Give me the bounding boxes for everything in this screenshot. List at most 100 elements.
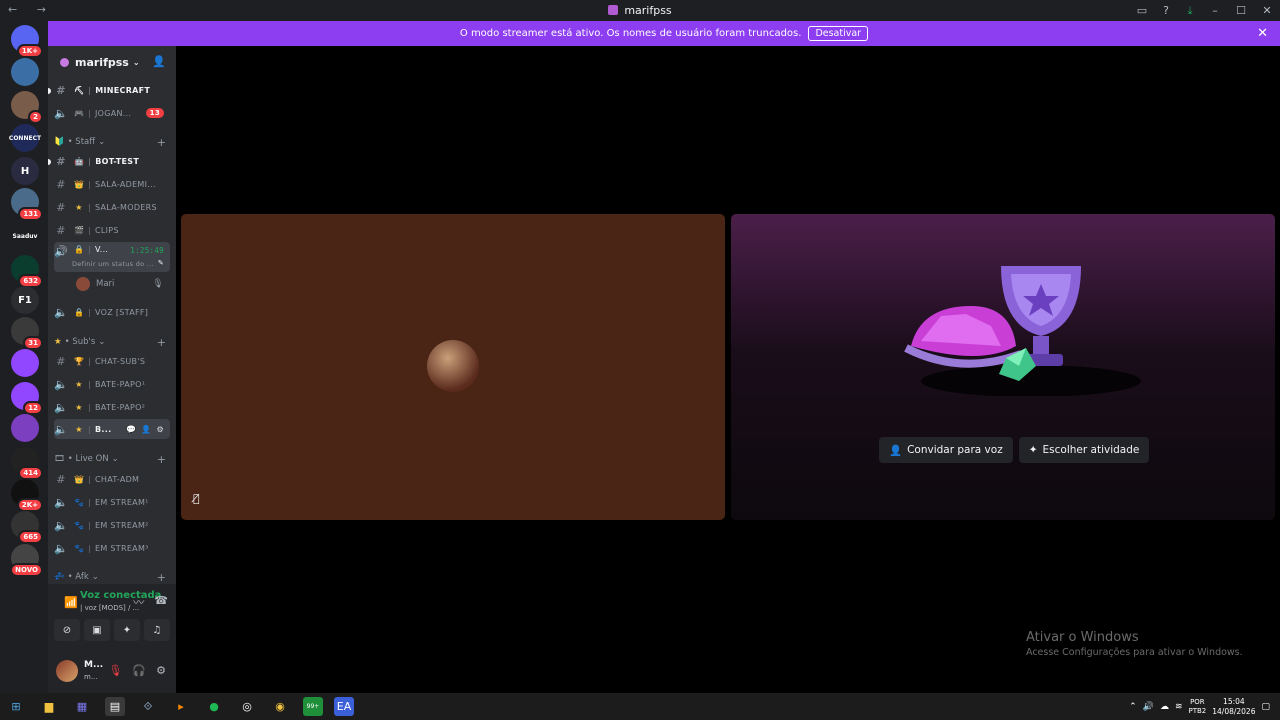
activity-tile: 👤 Convidar para voz ✦ Escolher atividade: [731, 214, 1275, 520]
participant-tile[interactable]: 🎙̸: [181, 214, 725, 520]
obs-icon[interactable]: ◎: [237, 697, 257, 716]
app-grid-icon[interactable]: ▦: [72, 697, 92, 716]
channel-em-stream-3[interactable]: 🔈 🐾 | EM STREAM³: [54, 538, 170, 558]
chevron-down-icon: ⌄: [98, 137, 106, 147]
choose-activity-button[interactable]: ✦ Escolher atividade: [1018, 437, 1150, 463]
server-icon[interactable]: 632: [11, 255, 43, 288]
close-window-button[interactable]: ✕: [1254, 0, 1280, 21]
screen-share-button[interactable]: ▣: [84, 619, 110, 641]
channel-b-hovered[interactable]: 🔈 ★ | B... 💬 👤 ⚙: [54, 419, 170, 439]
pencil-icon[interactable]: ✎: [158, 259, 164, 267]
discord-taskbar-icon[interactable]: ▤: [105, 697, 125, 716]
server-header[interactable]: marifpss ⌄ 👤: [48, 46, 176, 78]
invite-icon[interactable]: 👤: [141, 425, 151, 434]
channel-em-stream-1[interactable]: 🔈 🐾 | EM STREAM¹: [54, 492, 170, 512]
whatsapp-icon[interactable]: 99+: [303, 697, 323, 716]
activities-icon: ✦: [1028, 444, 1038, 456]
start-icon[interactable]: ⊞: [6, 697, 26, 716]
spotify-icon[interactable]: ●: [204, 697, 224, 716]
server-icon[interactable]: CONNECT: [9, 124, 41, 152]
channel-bot-test[interactable]: # 🤖 | BOT-TEST: [54, 151, 170, 171]
server-icon[interactable]: 131: [11, 188, 43, 221]
trophy-illustration: [904, 266, 1141, 396]
channel-chat-adm[interactable]: # 👑 | CHAT-ADM: [54, 469, 170, 489]
server-icon[interactable]: NOVO: [10, 544, 43, 577]
user-panel: 📶 Voz conectada | voz [MODS] / ... 〰 ☎ ⊘…: [48, 584, 176, 693]
gear-icon[interactable]: ⚙: [157, 425, 164, 434]
soundboard-button[interactable]: ♫: [144, 619, 170, 641]
chat-icon[interactable]: 💬: [126, 425, 136, 434]
gear-icon[interactable]: ⚙: [156, 664, 166, 677]
channel-label: JOGAN...: [95, 108, 132, 118]
lang-indicator[interactable]: POR PTB2: [1188, 698, 1206, 716]
chevron-down-icon: ⌄: [132, 57, 140, 67]
invite-people-icon[interactable]: 👤: [152, 55, 166, 68]
server-icon[interactable]: 2: [11, 91, 43, 124]
channel-minecraft[interactable]: # ⛏ | MINECRAFT: [54, 80, 170, 100]
channel-jogan[interactable]: 🔈 🎮 | JOGAN... 13: [54, 103, 170, 123]
voice-channel-link[interactable]: | voz [MODS] / ...: [80, 604, 139, 612]
server-icon[interactable]: Saaduv: [11, 222, 39, 250]
server-icon[interactable]: 1K+: [11, 25, 43, 58]
add-channel-icon[interactable]: +: [157, 336, 166, 349]
muted-mic-icon[interactable]: 🎙: [108, 664, 122, 677]
category-afk[interactable]: 💤 • Afk ⌄ +: [54, 570, 170, 584]
server-icon[interactable]: [11, 58, 39, 86]
server-icon[interactable]: 12: [11, 382, 43, 415]
disconnect-icon[interactable]: ☎: [154, 594, 168, 610]
voice-status-text[interactable]: Definir um status do ...: [72, 260, 154, 268]
server-icon[interactable]: F1: [11, 286, 39, 314]
clock[interactable]: 15:04 14/08/2026: [1212, 697, 1255, 717]
server-icon[interactable]: 31: [11, 317, 43, 350]
disable-streamer-button[interactable]: Desativar: [808, 26, 869, 41]
cloud-icon[interactable]: ☁: [1160, 702, 1169, 712]
channel-chat-subs[interactable]: # 🏆 | CHAT-SUB'S: [54, 351, 170, 371]
close-banner-icon[interactable]: ✕: [1257, 26, 1268, 41]
noise-suppression-icon[interactable]: 〰: [133, 594, 144, 610]
server-icon[interactable]: H: [11, 157, 39, 185]
maximize-button[interactable]: ☐: [1228, 0, 1254, 21]
channel-em-stream-2[interactable]: 🔈 🐾 | EM STREAM²: [54, 515, 170, 535]
server-icon[interactable]: [11, 414, 39, 442]
sleep-icon: 💤: [54, 572, 65, 582]
file-explorer-icon[interactable]: ▆: [39, 697, 59, 716]
minimize-button[interactable]: –: [1202, 0, 1228, 21]
server-icon[interactable]: [11, 349, 39, 377]
channel-voz-staff[interactable]: 🔈 🔒 | VOZ [STAFF]: [54, 302, 170, 322]
notifications-icon[interactable]: ▢: [1261, 702, 1270, 712]
inbox-icon[interactable]: ▭: [1130, 0, 1154, 21]
steam-icon[interactable]: ⟐: [138, 697, 158, 716]
user-status: m...: [84, 673, 98, 681]
server-icon[interactable]: 665: [11, 511, 43, 544]
activities-button[interactable]: ✦: [114, 619, 140, 641]
server-icon[interactable]: 2K+: [11, 479, 43, 512]
server-icon[interactable]: 414: [11, 447, 43, 480]
channel-label: EM STREAM¹: [95, 497, 149, 507]
camera-off-button[interactable]: ⊘: [54, 619, 80, 641]
add-channel-icon[interactable]: +: [157, 453, 166, 466]
invite-to-voice-button[interactable]: 👤 Convidar para voz: [879, 437, 1013, 463]
wifi-icon[interactable]: ≋: [1175, 702, 1183, 712]
channel-bate-papo-2[interactable]: 🔈 ★ | BATE-PAPO²: [54, 397, 170, 417]
chrome-icon[interactable]: ◉: [270, 697, 290, 716]
channel-voice-active[interactable]: 🔊 🔒 | V... 1:25:49 Definir um status do ...…: [54, 242, 170, 272]
download-icon[interactable]: ⤓: [1178, 0, 1202, 21]
terminal-icon[interactable]: ▸: [171, 697, 191, 716]
volume-icon[interactable]: 🔊: [1143, 702, 1154, 712]
channel-sala-adm[interactable]: # 👑 | SALA-ADEMI...: [54, 174, 170, 194]
voice-member-mari[interactable]: Mari 🎙: [76, 274, 170, 294]
current-user[interactable]: M... m... 🎙 🎧 ⚙: [54, 656, 170, 686]
category-staff[interactable]: 🔰 • Staff ⌄ +: [54, 135, 170, 149]
add-channel-icon[interactable]: +: [157, 571, 166, 584]
chevron-up-icon[interactable]: ⌃: [1129, 702, 1137, 712]
channel-label: V...: [95, 245, 109, 254]
add-channel-icon[interactable]: +: [157, 136, 166, 149]
category-live-on[interactable]: 🎞 • Live ON ⌄ +: [54, 452, 170, 466]
headphones-icon[interactable]: 🎧: [132, 664, 146, 677]
ea-icon[interactable]: EA: [334, 697, 354, 716]
channel-sala-moders[interactable]: # ★ | SALA-MODERS: [54, 197, 170, 217]
channel-clips[interactable]: # 🎬 | CLIPS: [54, 220, 170, 240]
channel-bate-papo-1[interactable]: 🔈 ★ | BATE-PAPO¹: [54, 374, 170, 394]
help-icon[interactable]: ?: [1154, 0, 1178, 21]
category-subs[interactable]: ★ • Sub's ⌄ +: [54, 335, 170, 349]
